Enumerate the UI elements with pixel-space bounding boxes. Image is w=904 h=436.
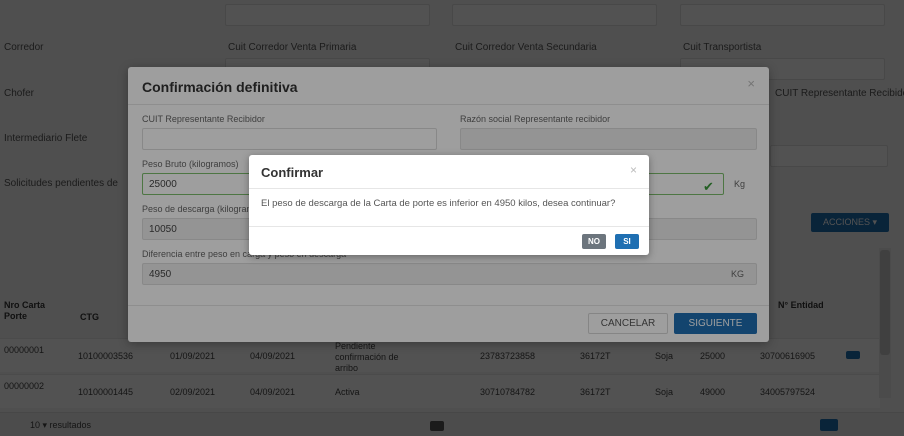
- yes-button[interactable]: SI: [615, 234, 639, 249]
- dialog-message: El peso de descarga de la Carta de porte…: [261, 198, 616, 209]
- divider: [249, 226, 649, 227]
- divider: [249, 188, 649, 189]
- close-icon[interactable]: ×: [630, 163, 637, 177]
- confirm-dialog: Confirmar × El peso de descarga de la Ca…: [249, 155, 649, 255]
- dialog-title: Confirmar: [261, 165, 324, 180]
- no-button[interactable]: NO: [582, 234, 606, 249]
